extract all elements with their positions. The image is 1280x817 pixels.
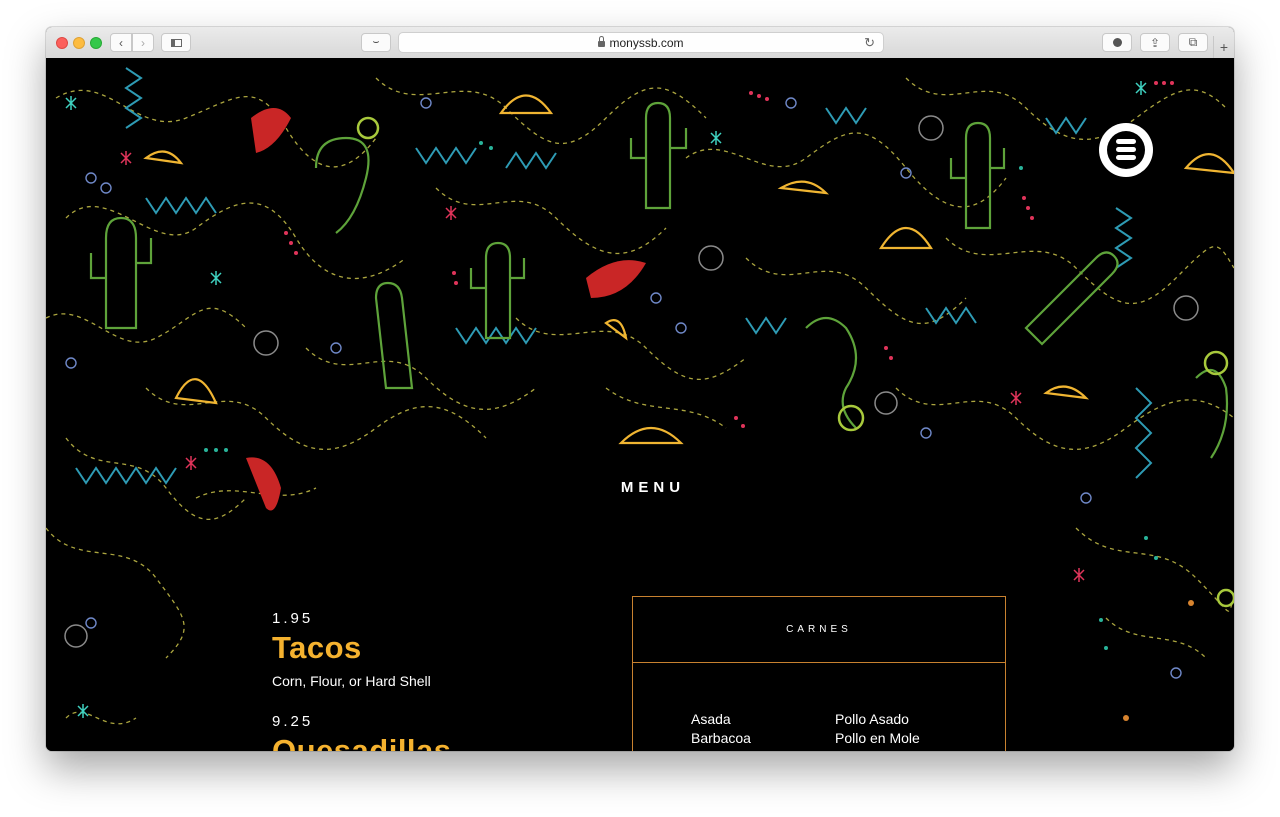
menu-heading: MENU (620, 479, 686, 496)
address-bar[interactable]: monyssb.com ↻ (398, 32, 884, 53)
carne-item: Barbacoa (691, 730, 751, 746)
share-button[interactable]: ⇪ (1140, 33, 1170, 52)
browser-window: ‹ › ⌣ monyssb.com ↻ ⇪ ⧉ + MENU 1.95 Taco… (46, 27, 1234, 751)
forward-button[interactable]: › (132, 33, 154, 52)
tabs-icon: ⧉ (1188, 35, 1198, 49)
tabs-button[interactable]: ⧉ (1178, 33, 1208, 52)
quesadillas-price: 9.25 (272, 713, 314, 730)
lock-icon (598, 35, 606, 47)
browser-toolbar: ‹ › ⌣ monyssb.com ↻ ⇪ ⧉ + (46, 27, 1234, 59)
tacos-title: Tacos (272, 630, 362, 665)
carne-item: Pollo Asado (835, 711, 909, 727)
extension-icon: ⌣ (372, 36, 380, 48)
carnes-title: CARNES (633, 597, 1005, 663)
sidebar-button[interactable] (161, 33, 191, 52)
plus-icon: + (1219, 39, 1229, 55)
carnes-panel: CARNES Asada Barbacoa Pollo Asado Pollo … (632, 596, 1006, 751)
monys-logo-icon[interactable] (1099, 123, 1153, 177)
back-button[interactable]: ‹ (110, 33, 132, 52)
minimize-window-button[interactable] (73, 37, 85, 49)
zoom-window-button[interactable] (90, 37, 102, 49)
tacos-price: 1.95 (272, 610, 314, 627)
tacos-description: Corn, Flour, or Hard Shell (272, 673, 431, 689)
download-button[interactable] (1102, 33, 1132, 52)
extension-button[interactable]: ⌣ (361, 33, 391, 52)
close-window-button[interactable] (56, 37, 68, 49)
share-icon: ⇪ (1149, 35, 1161, 50)
sidebar-icon (170, 38, 182, 47)
new-tab-button[interactable]: + (1213, 36, 1234, 58)
carne-item: Pollo en Mole (835, 730, 920, 746)
reload-icon[interactable]: ↻ (864, 35, 875, 51)
chevron-left-icon: ‹ (119, 35, 123, 50)
quesadillas-title: Quesadillas (272, 733, 452, 751)
page-content: MENU 1.95 Tacos Corn, Flour, or Hard She… (46, 58, 1234, 751)
url-text: monyssb.com (609, 35, 684, 50)
carne-item: Asada (691, 711, 731, 727)
chevron-right-icon: › (141, 35, 145, 50)
download-icon (1112, 38, 1122, 47)
